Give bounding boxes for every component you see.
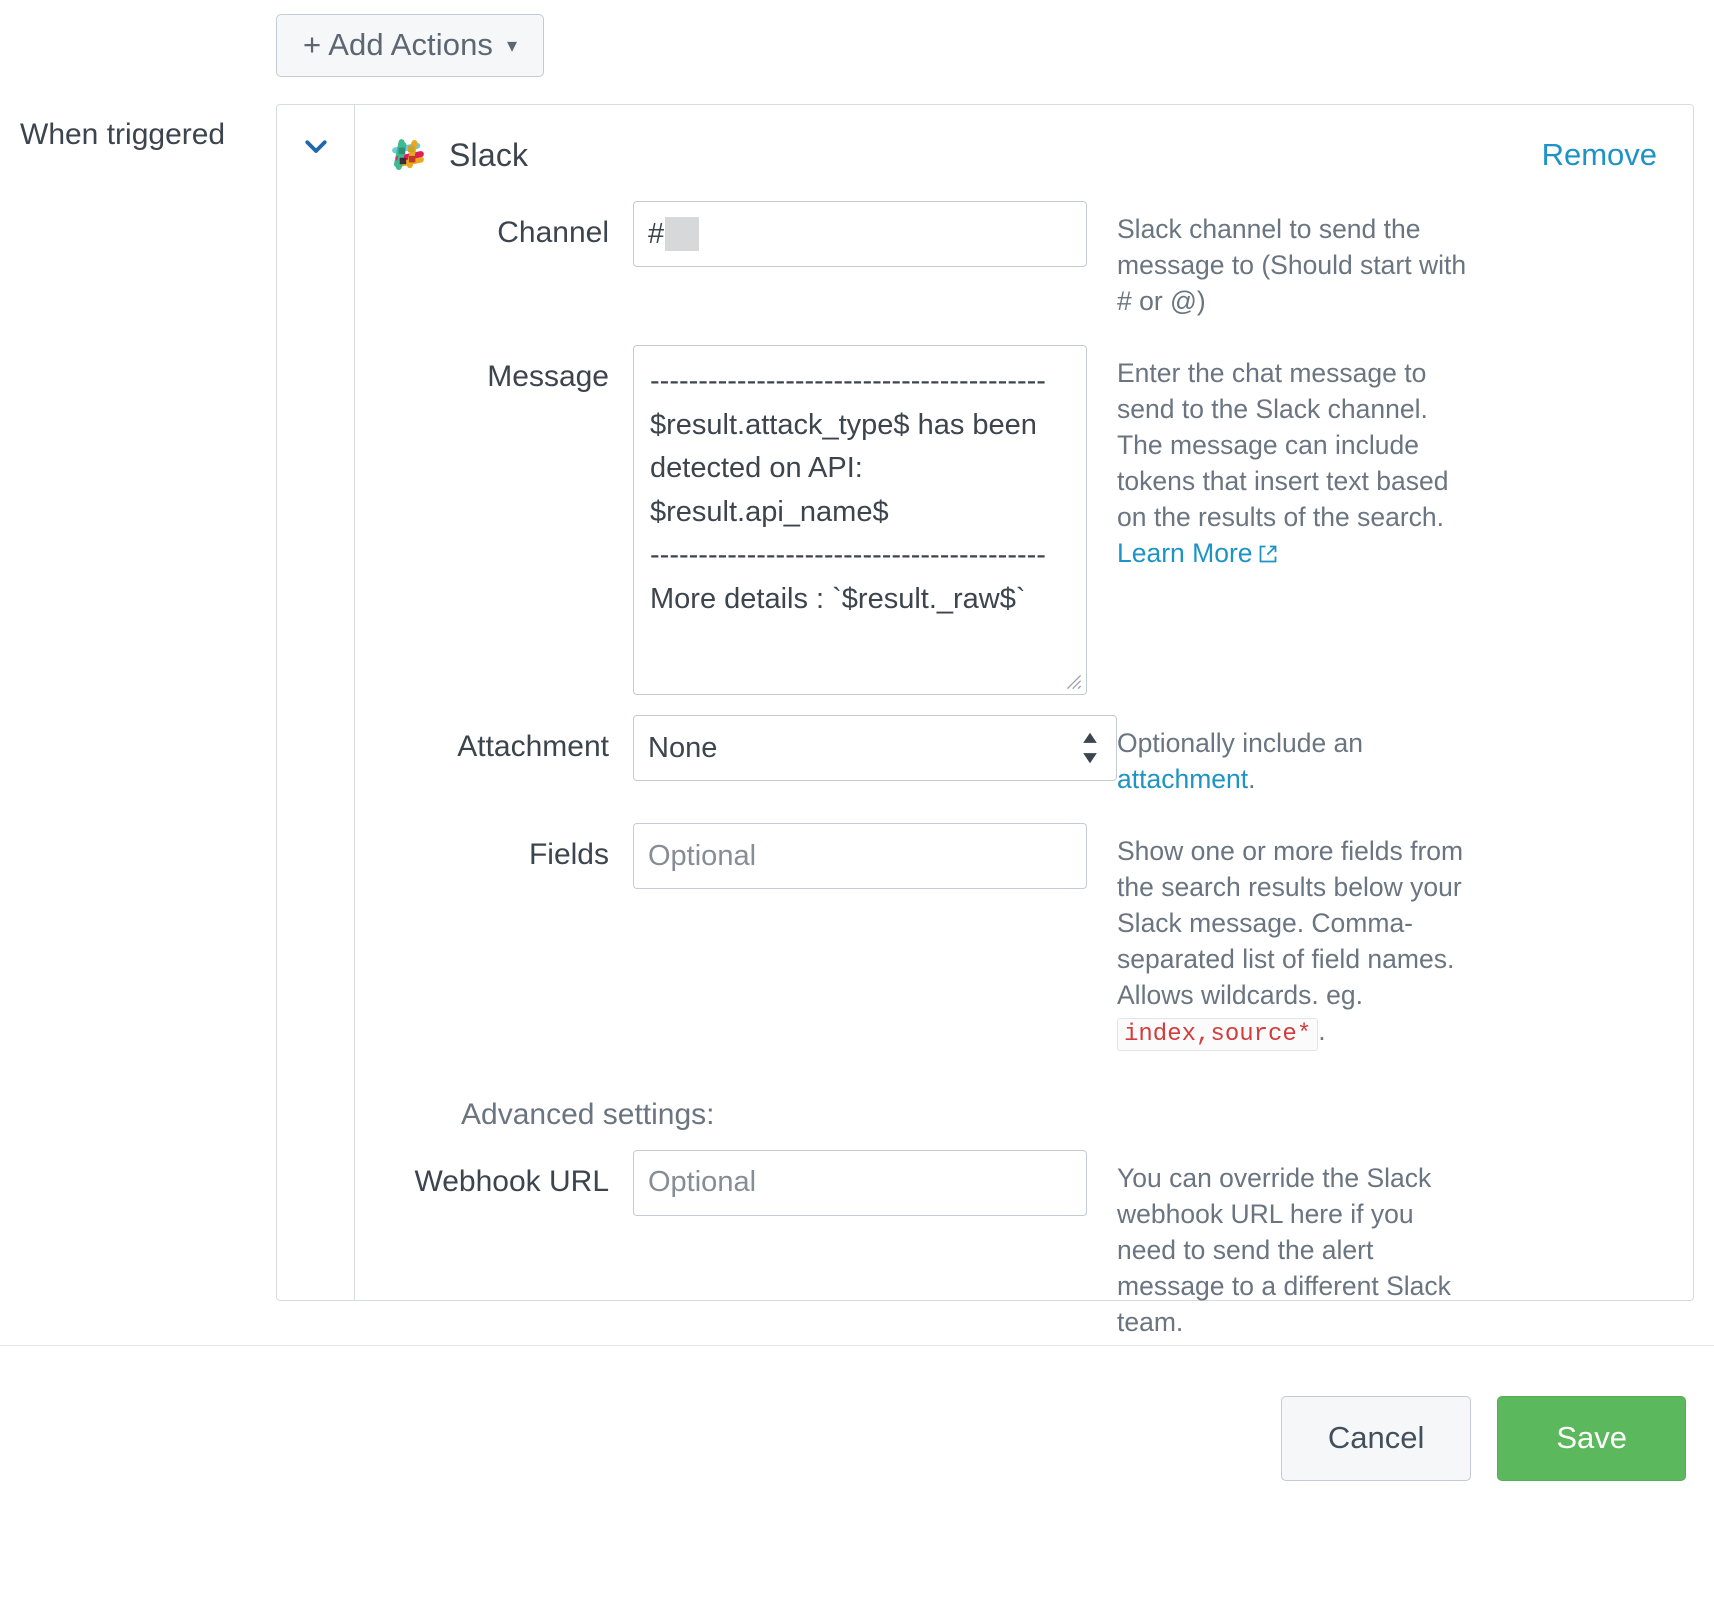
fields-control <box>633 823 1087 889</box>
add-actions-label: + Add Actions <box>303 29 493 60</box>
cancel-button[interactable]: Cancel <box>1281 1396 1472 1481</box>
message-label: Message <box>355 345 633 395</box>
action-app-title: Slack <box>449 137 528 174</box>
action-header: Slack Remove <box>355 105 1693 183</box>
when-triggered-label: When triggered <box>20 118 225 152</box>
fields-label: Fields <box>355 823 633 873</box>
fields-help-suffix: . <box>1318 1016 1325 1046</box>
channel-value-redacted <box>665 217 699 251</box>
channel-label: Channel <box>355 201 633 251</box>
fields-help-text: Show one or more fields from the search … <box>1087 823 1477 1052</box>
message-help-prefix: Enter the chat message to send to the Sl… <box>1117 358 1448 532</box>
webhook-url-label: Webhook URL <box>355 1150 633 1200</box>
save-button[interactable]: Save <box>1497 1396 1686 1481</box>
form-row-fields: Fields Show one or more fields from the … <box>355 823 1693 1052</box>
message-control: ----------------------------------------… <box>633 345 1087 695</box>
channel-control: # <box>633 201 1087 267</box>
channel-help-text: Slack channel to send the message to (Sh… <box>1087 201 1477 319</box>
add-actions-toolbar: + Add Actions ▾ <box>276 14 544 77</box>
attachment-select[interactable]: None <box>633 715 1117 781</box>
channel-input[interactable]: # <box>633 201 1087 267</box>
form-row-message: Message --------------------------------… <box>355 345 1693 695</box>
webhook-url-input[interactable] <box>633 1150 1087 1216</box>
webhook-url-control <box>633 1150 1087 1216</box>
channel-value-prefix: # <box>648 218 664 251</box>
advanced-settings-heading: Advanced settings: <box>355 1098 1693 1132</box>
slack-logo-icon <box>385 132 431 178</box>
attachment-control: None <box>633 715 1117 781</box>
form-row-channel: Channel # Slack channel to send the mess… <box>355 201 1693 319</box>
footer-buttons: Cancel Save <box>1281 1396 1686 1481</box>
message-learn-more-link[interactable]: Learn More <box>1117 538 1253 568</box>
slack-action-form: Channel # Slack channel to send the mess… <box>355 183 1693 1340</box>
footer-bar: Cancel Save <box>0 1346 1714 1612</box>
attachment-help-text: Optionally include an attachment. <box>1117 715 1507 797</box>
action-body: Slack Remove Channel # Slack channel to … <box>355 105 1693 1300</box>
attachment-help-prefix: Optionally include an <box>1117 728 1363 758</box>
fields-help-code: index,source* <box>1117 1018 1318 1051</box>
attachment-label: Attachment <box>355 715 633 765</box>
add-actions-button[interactable]: + Add Actions ▾ <box>276 14 544 77</box>
remove-action-link[interactable]: Remove <box>1542 137 1663 173</box>
fields-input[interactable] <box>633 823 1087 889</box>
attachment-help-suffix: . <box>1248 764 1255 794</box>
message-textarea[interactable]: ----------------------------------------… <box>633 345 1087 695</box>
attachment-link[interactable]: attachment <box>1117 764 1248 794</box>
form-row-attachment: Attachment None Optionally include an at… <box>355 715 1693 797</box>
external-link-icon <box>1258 537 1278 573</box>
form-row-webhook-url: Webhook URL You can override the Slack w… <box>355 1150 1693 1340</box>
chevron-down-icon: ▾ <box>507 36 517 56</box>
chevron-down-icon[interactable] <box>301 131 331 161</box>
webhook-url-help-text: You can override the Slack webhook URL h… <box>1087 1150 1477 1340</box>
slack-action-card: Slack Remove Channel # Slack channel to … <box>276 104 1694 1301</box>
message-help-text: Enter the chat message to send to the Sl… <box>1087 345 1477 571</box>
collapse-column <box>277 105 355 1300</box>
fields-help-prefix: Show one or more fields from the search … <box>1117 836 1463 1010</box>
